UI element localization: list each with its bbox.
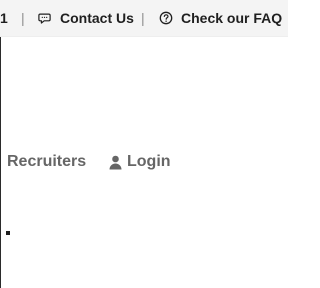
contact-us-link[interactable]: Contact Us (38, 10, 134, 26)
chat-bubble-icon (38, 13, 51, 24)
faq-link[interactable]: Check our FAQ (159, 10, 282, 26)
recruiters-link[interactable]: Recruiters (0, 151, 86, 173)
user-icon (109, 155, 122, 169)
help-circle-icon (159, 11, 173, 25)
main-navigation: Recruiters Login (0, 151, 288, 175)
topbar-separator: | (141, 10, 145, 26)
faq-label: Check our FAQ (181, 10, 283, 26)
contact-us-label: Contact Us (60, 10, 134, 26)
login-label: Login (127, 153, 171, 170)
left-edge-border (0, 0, 1, 288)
phone-number-fragment[interactable]: 1 (0, 10, 8, 26)
recruiters-label: Recruiters (7, 153, 87, 170)
page: 1 | Contact Us | Check our FAQ Recruiter… (0, 0, 288, 288)
topbar-separator: | (21, 10, 25, 26)
login-link[interactable]: Login (109, 151, 171, 173)
recruiters-icon (0, 156, 4, 168)
top-utility-bar: 1 | Contact Us | Check our FAQ (0, 0, 288, 37)
list-bullet (6, 231, 10, 235)
phone-number-text: 1 (0, 10, 8, 26)
